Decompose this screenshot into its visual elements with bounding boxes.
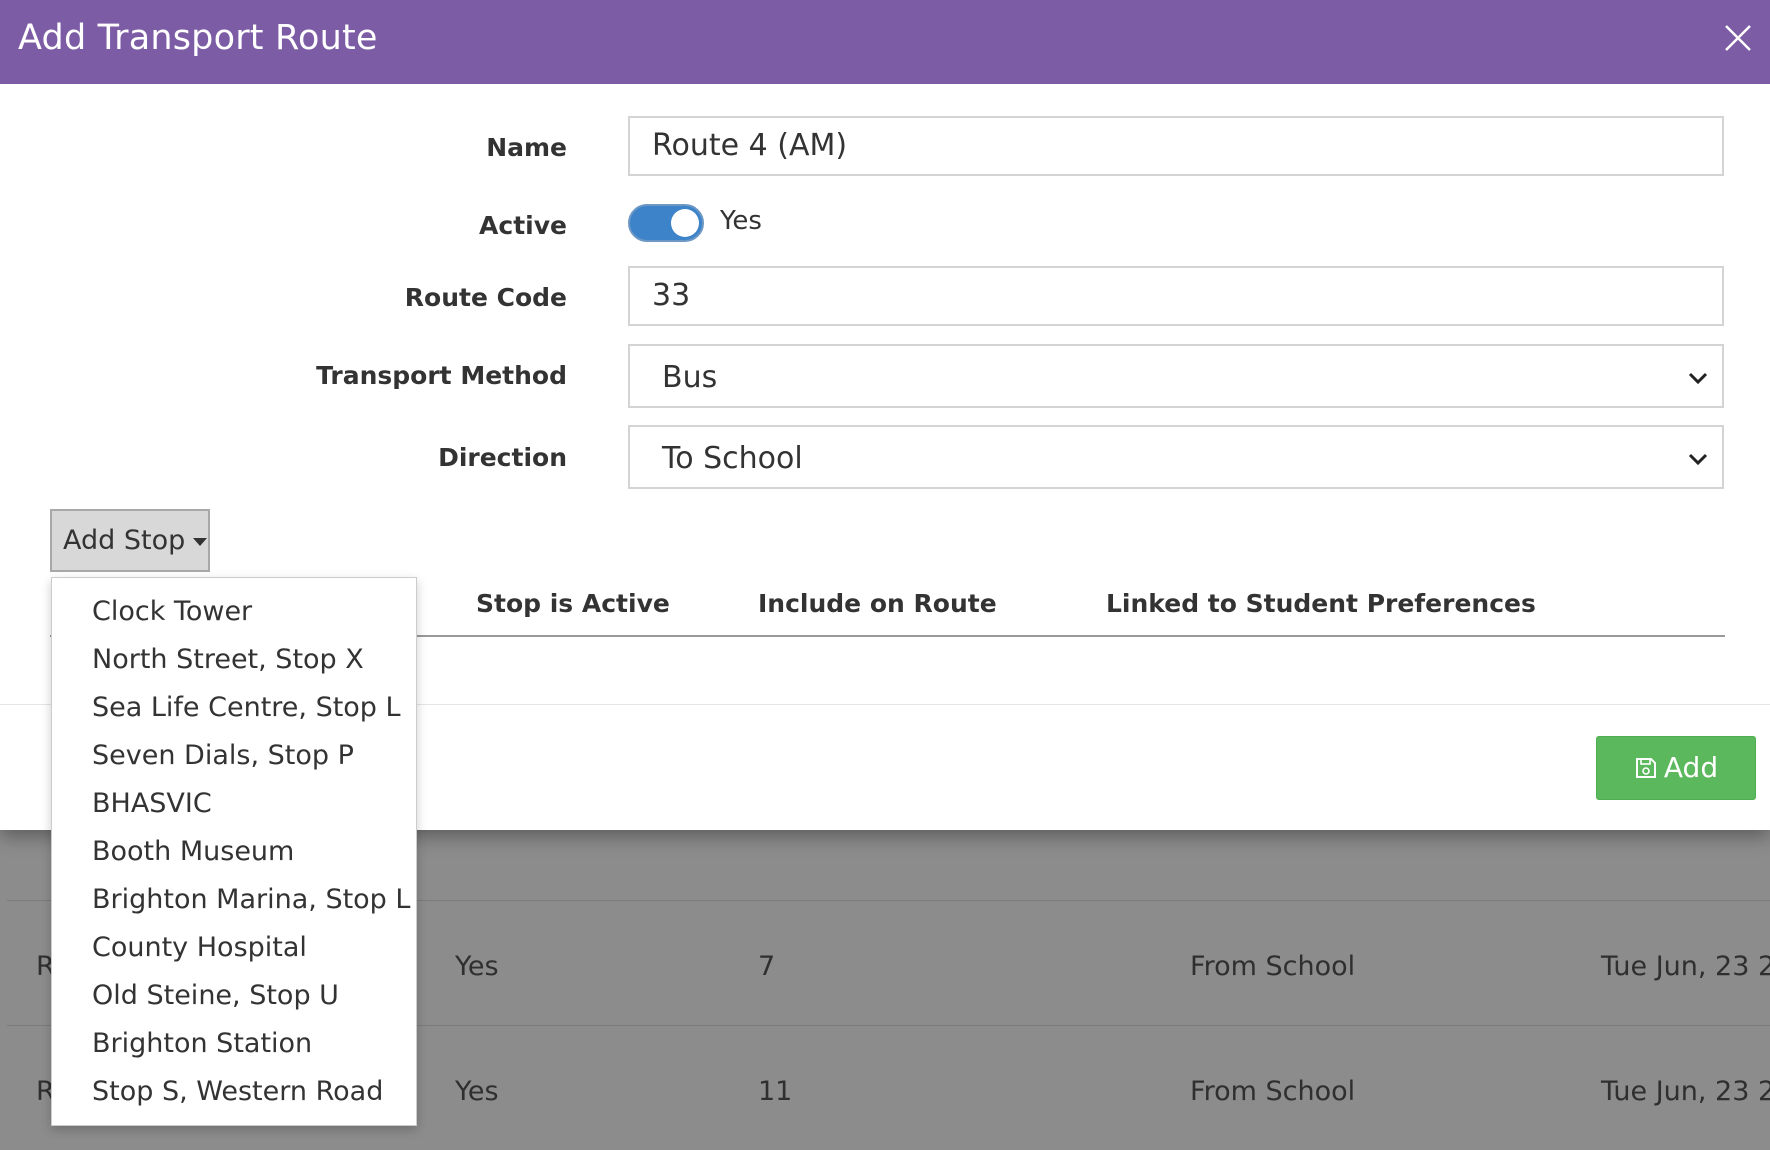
caret-down-icon	[193, 537, 208, 546]
dropdown-item[interactable]: North Street, Stop X	[92, 644, 364, 675]
table-cell: 7	[758, 951, 776, 982]
direction-value: To School	[662, 441, 803, 476]
dropdown-item[interactable]: Brighton Station	[92, 1028, 312, 1059]
close-icon	[1725, 25, 1751, 51]
dropdown-item[interactable]: Stop S, Western Road	[92, 1076, 383, 1107]
add-button[interactable]: Add	[1596, 736, 1756, 800]
transport-method-label: Transport Method	[316, 361, 567, 390]
name-label: Name	[486, 133, 567, 162]
table-cell: From School	[1190, 951, 1356, 982]
chevron-down-icon	[1688, 453, 1708, 466]
route-code-label: Route Code	[404, 283, 567, 312]
close-button[interactable]	[1722, 22, 1754, 54]
active-toggle-text: Yes	[720, 206, 762, 236]
direction-label: Direction	[438, 443, 567, 472]
dropdown-item[interactable]: County Hospital	[92, 932, 307, 963]
column-header-stop-is-active: Stop is Active	[476, 589, 670, 618]
add-stop-button[interactable]: Add Stop	[50, 509, 210, 572]
dropdown-item[interactable]: Clock Tower	[92, 596, 252, 627]
active-toggle[interactable]	[628, 204, 704, 242]
add-stop-dropdown: Clock Tower North Street, Stop X Sea Lif…	[51, 577, 417, 1126]
save-icon	[1635, 758, 1656, 778]
table-cell: From School	[1190, 1076, 1356, 1107]
modal-title: Add Transport Route	[18, 18, 378, 58]
dropdown-item[interactable]: Seven Dials, Stop P	[92, 740, 354, 771]
transport-method-select[interactable]: Bus	[628, 344, 1724, 408]
transport-method-value: Bus	[662, 360, 718, 395]
table-cell: Tue Jun, 23 20	[1601, 1076, 1770, 1107]
table-cell: Yes	[455, 1076, 499, 1107]
column-header-linked-to-student-preferences: Linked to Student Preferences	[1106, 589, 1536, 618]
dropdown-item[interactable]: Brighton Marina, Stop L	[92, 884, 410, 915]
dropdown-item[interactable]: Sea Life Centre, Stop L	[92, 692, 401, 723]
direction-select[interactable]: To School	[628, 425, 1724, 489]
dropdown-item[interactable]: Old Steine, Stop U	[92, 980, 339, 1011]
modal-header: Add Transport Route	[0, 0, 1770, 84]
toggle-knob	[671, 209, 699, 237]
table-cell: 11	[758, 1076, 793, 1107]
table-cell: Tue Jun, 23 20	[1601, 951, 1770, 982]
dropdown-item[interactable]: Booth Museum	[92, 836, 294, 867]
dropdown-item[interactable]: BHASVIC	[92, 788, 212, 819]
table-cell: Yes	[455, 951, 499, 982]
chevron-down-icon	[1688, 372, 1708, 385]
active-label: Active	[479, 211, 567, 240]
route-code-input[interactable]: 33	[628, 266, 1724, 326]
add-button-label: Add	[1663, 751, 1719, 784]
column-header-include-on-route: Include on Route	[758, 589, 997, 618]
add-stop-label: Add Stop	[63, 525, 186, 556]
name-input[interactable]: Route 4 (AM)	[628, 116, 1724, 176]
